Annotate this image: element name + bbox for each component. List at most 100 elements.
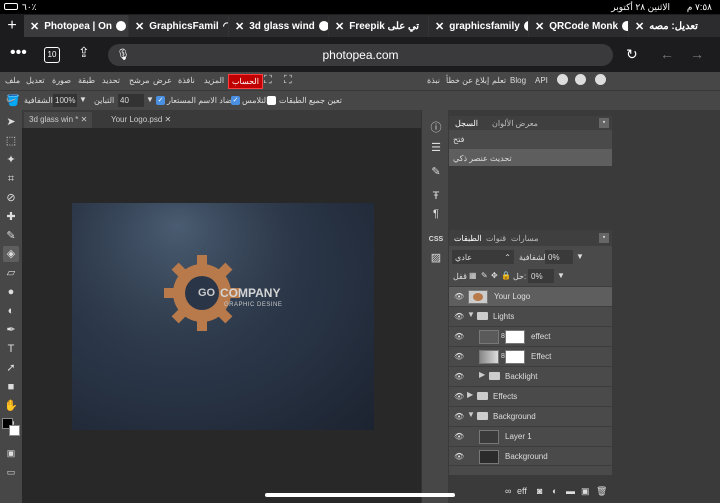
close-tab-icon[interactable]: ✕ — [335, 20, 344, 33]
reload-icon[interactable]: ↻ — [626, 46, 638, 63]
screen-mode-icon[interactable]: ▭ — [3, 464, 19, 480]
blur-tool-icon[interactable]: ● — [3, 284, 19, 300]
panel-menu-icon[interactable]: ▪ — [599, 233, 609, 243]
visibility-eye-icon[interactable]: 👁 — [454, 452, 464, 462]
eyedropper-icon[interactable]: ⊘ — [3, 190, 19, 206]
brush-settings-icon[interactable]: ✎ — [428, 164, 444, 180]
browser-tab[interactable]: ✕ تعديل: مصه — [629, 15, 720, 37]
anti-alias-checkbox[interactable]: ✓ — [231, 96, 240, 106]
shape-tool-icon[interactable]: ■ — [3, 379, 19, 395]
menu-file[interactable]: ملف — [5, 76, 20, 85]
menu-image[interactable]: صورة — [52, 76, 71, 85]
link-layers-icon[interactable]: ∞ — [505, 486, 511, 496]
close-tab-icon[interactable]: ✕ — [635, 20, 644, 33]
crop-tool-icon[interactable]: ⌗ — [3, 171, 19, 187]
new-group-icon[interactable]: ▬ — [566, 486, 575, 496]
close-tab-icon[interactable]: ✕ — [235, 20, 244, 33]
close-doc-icon[interactable]: ✕ — [165, 115, 172, 124]
visibility-eye-icon[interactable]: 👁 — [454, 372, 464, 382]
menu-select[interactable]: تحديد — [102, 76, 120, 85]
browser-tab[interactable]: ✕ 3d glass wind — [229, 15, 329, 37]
eraser-tool-icon[interactable]: ▱ — [3, 265, 19, 281]
panel-menu-icon[interactable]: ▪ — [599, 118, 609, 128]
menu-layer[interactable]: طبقة — [78, 76, 95, 85]
new-tab-icon[interactable]: + — [0, 17, 24, 35]
all-layers-checkbox[interactable] — [267, 96, 276, 106]
share-icon[interactable]: ⇪ — [78, 44, 90, 61]
twitter-icon[interactable] — [575, 74, 586, 85]
menu-view[interactable]: عرض — [153, 76, 172, 85]
visibility-eye-icon[interactable]: 👁 — [454, 392, 464, 402]
layer-row[interactable]: 👁 8 effect — [449, 326, 612, 346]
url-field[interactable]: 🎙 photopea.com — [108, 44, 613, 66]
tab-count-icon[interactable]: 10 — [44, 47, 60, 63]
history-item[interactable]: تحديث عنصر ذكي — [449, 149, 612, 166]
opacity-input[interactable]: 100% — [53, 94, 77, 107]
opacity-dropdown-icon[interactable]: ▼ — [576, 252, 584, 261]
menu-api[interactable]: API — [535, 76, 548, 85]
microphone-icon[interactable]: 🎙 — [116, 44, 130, 66]
paint-bucket-tool-icon[interactable]: ◈ — [3, 246, 19, 262]
chevron-right-icon[interactable]: ▶ — [479, 370, 485, 379]
layer-row[interactable]: 👁 Your Logo — [449, 286, 612, 306]
chevron-down-icon[interactable]: ▼ — [467, 310, 475, 319]
brush-tool-icon[interactable]: ✎ — [3, 228, 19, 244]
character-icon[interactable]: Ŧ — [428, 188, 444, 204]
menu-window[interactable]: نافذة — [178, 76, 195, 85]
quick-mask-icon[interactable]: ▣ — [3, 445, 19, 461]
visibility-eye-icon[interactable]: 👁 — [454, 312, 464, 322]
marquee-tool-icon[interactable]: ⬚ — [3, 133, 19, 149]
account-button[interactable]: الحساب — [228, 74, 263, 89]
back-icon[interactable]: ← — [660, 46, 674, 62]
forward-icon[interactable]: → — [690, 46, 704, 62]
close-tab-icon[interactable]: ✕ — [30, 20, 39, 33]
move-tool-icon[interactable]: ➤ — [3, 114, 19, 130]
browser-tab[interactable]: ✕ Photopea | On — [24, 15, 129, 37]
visibility-eye-icon[interactable]: 👁 — [454, 332, 464, 342]
canvas-workspace[interactable]: GO COMPANY GRAPHIC DESINE — [22, 128, 421, 503]
paint-bucket-icon[interactable]: 🪣 — [6, 94, 20, 107]
magic-wand-icon[interactable]: ✦ — [3, 152, 19, 168]
tab-swatches[interactable]: معرض الألوان — [492, 119, 538, 128]
lock-position-icon[interactable]: ✥ — [491, 271, 498, 280]
document-canvas[interactable]: GO COMPANY GRAPHIC DESINE — [72, 203, 374, 430]
exit-fullscreen-icon[interactable]: ⛶ — [284, 74, 292, 87]
fill-dropdown-icon[interactable]: ▼ — [557, 271, 565, 280]
close-tab-icon[interactable]: ✕ — [135, 20, 144, 33]
layer-row[interactable]: 👁 Background — [449, 446, 612, 466]
doc-tab[interactable]: Your Logo.psd ✕ — [106, 112, 176, 128]
contiguous-checkbox[interactable]: ✓ — [156, 96, 165, 106]
layer-opacity-input[interactable]: 0% — [545, 250, 573, 264]
blend-mode-select[interactable]: عادي ⌃ — [452, 250, 514, 264]
browser-tab[interactable]: ✕ graphicsfamily — [429, 15, 529, 37]
image-icon[interactable]: ▨ — [428, 250, 444, 266]
history-item[interactable]: فتح — [449, 130, 612, 147]
css-icon[interactable]: CSS — [428, 232, 444, 248]
menu-filter[interactable]: مرشح — [129, 76, 150, 85]
layer-row[interactable]: 👁 ▼ Lights — [449, 306, 612, 326]
menu-edit[interactable]: تعديل — [26, 76, 45, 85]
chevron-right-icon[interactable]: ▶ — [467, 390, 473, 399]
menu-more[interactable]: المزيد — [204, 76, 224, 85]
delete-layer-icon[interactable]: 🗑 — [596, 486, 607, 497]
healing-brush-icon[interactable]: ✚ — [3, 209, 19, 225]
browser-tab[interactable]: ✕ Freepik ‏تي على — [329, 15, 429, 37]
close-doc-icon[interactable]: ✕ — [81, 115, 88, 124]
add-mask-icon[interactable]: ◙ — [537, 486, 542, 496]
fill-input[interactable]: 0% — [528, 269, 554, 283]
fullscreen-icon[interactable]: ⛶ — [264, 74, 272, 87]
path-select-icon[interactable]: ➚ — [3, 360, 19, 376]
layer-row[interactable]: 👁 ▶ Backlight — [449, 366, 612, 386]
menu-learn[interactable]: تعلم — [492, 76, 506, 85]
layer-row[interactable]: 👁 ▼ Background — [449, 406, 612, 426]
visibility-eye-icon[interactable]: 👁 — [454, 412, 464, 422]
new-layer-icon[interactable]: ▣ — [581, 486, 590, 497]
home-indicator[interactable] — [265, 493, 455, 497]
browser-tab[interactable]: ✕ QRCode Monk — [529, 15, 629, 37]
lock-pixels-icon[interactable]: ✎ — [481, 271, 488, 280]
layer-row[interactable]: 👁 Layer 1 — [449, 426, 612, 446]
more-icon[interactable]: ••• — [10, 44, 27, 62]
visibility-eye-icon[interactable]: 👁 — [454, 352, 464, 362]
visibility-eye-icon[interactable]: 👁 — [454, 292, 464, 302]
menu-about[interactable]: نبذة — [427, 76, 440, 85]
